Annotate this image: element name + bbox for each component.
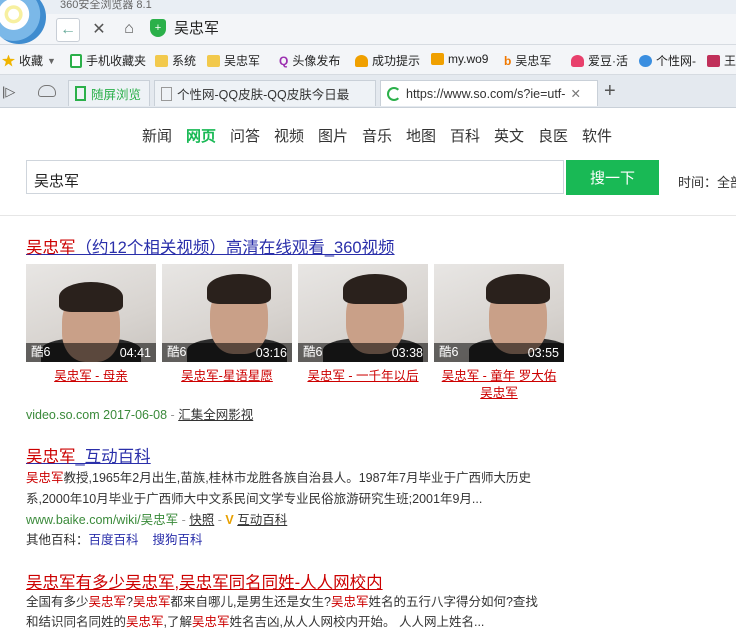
bookmark-item[interactable]: 吴忠军 xyxy=(207,52,260,69)
bookmark-item[interactable]: Q 头像发布 xyxy=(279,52,340,69)
snapshot-link[interactable]: 快照 xyxy=(189,513,214,527)
result-snippet: 和结识同名同姓的吴忠军,了解吴忠军姓名吉凶,从人人网校内开始。 人人网上姓名..… xyxy=(26,615,485,629)
tab-qq-skin[interactable]: 个性网-QQ皮肤-QQ皮肤今日最 xyxy=(154,80,376,106)
loading-icon xyxy=(387,86,401,101)
star-icon xyxy=(2,54,15,67)
divider xyxy=(0,215,736,216)
search-input[interactable]: 吴忠军 xyxy=(34,170,79,191)
site-icon xyxy=(707,54,720,67)
nav-images[interactable]: 图片 xyxy=(318,125,348,146)
window-title: 360安全浏览器 8.1 xyxy=(60,0,152,11)
other-baike-row: 其他百科：百度百科 搜狗百科 xyxy=(26,533,203,547)
video-caption[interactable]: 吴忠军 - 童年 罗大佑 吴忠军 xyxy=(434,368,564,402)
nav-baike[interactable]: 百科 xyxy=(450,125,480,146)
bookmark-item[interactable]: 手机收藏夹 xyxy=(70,52,146,69)
nav-doctor[interactable]: 良医 xyxy=(538,125,568,146)
home-button[interactable]: ⌂ xyxy=(118,18,140,40)
tab-screen-browse[interactable]: 随屏浏览 xyxy=(68,80,150,106)
sogou-baike-link[interactable]: 搜狗百科 xyxy=(152,533,202,547)
window-titlebar: 360安全浏览器 8.1 xyxy=(0,0,736,14)
bookmark-item[interactable]: my.wo9 xyxy=(431,52,488,66)
q-icon: Q xyxy=(279,53,289,68)
phone-icon xyxy=(70,53,82,68)
tab-close-icon[interactable]: ✕ xyxy=(570,86,580,101)
security-shield-icon: + xyxy=(150,19,166,37)
bookmark-item[interactable]: 王 xyxy=(707,52,736,69)
address-bar[interactable]: 吴忠军 xyxy=(174,17,219,38)
result-meta: video.so.com 2017-06-08 - 汇集全网影视 xyxy=(26,408,254,422)
bookmark-item[interactable]: 成功提示 xyxy=(355,52,420,69)
baike-source-icon: V xyxy=(225,513,234,527)
time-filter[interactable]: 时间：全部 xyxy=(678,172,736,191)
address-row xyxy=(0,14,736,45)
nav-map[interactable]: 地图 xyxy=(406,125,436,146)
query-highlight: 吴忠军 xyxy=(192,615,230,629)
nav-news[interactable]: 新闻 xyxy=(142,125,172,146)
nav-music[interactable]: 音乐 xyxy=(362,125,392,146)
query-highlight: 吴忠军 xyxy=(132,595,171,609)
video-thumbnail[interactable]: 酷6 03:55 xyxy=(434,264,564,362)
result-snippet: 系,2000年10月毕业于广西师大中文系民间文学专业民俗旅游研究生班;2001年… xyxy=(26,492,483,506)
video-caption[interactable]: 吴忠军 - 一千年以后 xyxy=(298,368,428,385)
cloud-icon[interactable] xyxy=(38,85,56,97)
tab-so-search[interactable]: https://www.so.com/s?ie=utf- ✕ xyxy=(380,80,598,106)
query-highlight: 吴忠军 xyxy=(126,615,164,629)
search-button[interactable]: 搜一下 xyxy=(566,160,659,195)
result-title-renren[interactable]: 吴忠军有多少吴忠军,吴忠军同名同姓-人人网校内 xyxy=(26,569,383,593)
video-thumbnail[interactable]: 酷6 03:38 xyxy=(298,264,428,362)
source-link[interactable]: 互动百科 xyxy=(237,513,287,527)
nav-video[interactable]: 视频 xyxy=(274,125,304,146)
video-caption[interactable]: 吴忠军-星语星愿 xyxy=(162,368,292,385)
result-title-baike[interactable]: 吴忠军_互动百科 xyxy=(26,443,151,467)
search-box[interactable] xyxy=(26,160,564,194)
bookmark-item[interactable]: 收藏 ▼ xyxy=(2,52,56,69)
query-highlight: 吴忠军 xyxy=(330,595,369,609)
nav-qa[interactable]: 问答 xyxy=(230,125,260,146)
globe-icon xyxy=(639,54,652,67)
new-tab-button[interactable]: + xyxy=(604,80,616,103)
page-icon xyxy=(161,86,172,101)
folder-icon xyxy=(207,54,220,67)
video-thumbnail[interactable]: 酷6 04:41 xyxy=(26,264,156,362)
result-title-videos[interactable]: 吴忠军（约12个相关视频）高清在线观看_360视频 xyxy=(26,234,395,258)
bookmark-item[interactable]: b 吴忠军 xyxy=(504,52,551,69)
query-highlight: 吴忠军 xyxy=(88,595,127,609)
b-icon: b xyxy=(504,53,512,68)
stop-button[interactable]: ✕ xyxy=(88,18,110,40)
result-snippet: 全国有多少吴忠军?吴忠军都来自哪儿,是男生还是女生?吴忠军姓名的五行八字得分如何… xyxy=(26,595,538,609)
phone-icon xyxy=(75,86,86,101)
result-snippet: 吴忠军教授,1965年2月出生,苗族,桂林市龙胜各族自治县人。1987年7月毕业… xyxy=(26,471,531,485)
video-thumbnail[interactable]: 酷6 03:16 xyxy=(162,264,292,362)
back-button[interactable]: ← xyxy=(56,18,80,42)
video-caption[interactable]: 吴忠军 - 母亲 xyxy=(26,368,156,385)
folder-icon xyxy=(155,54,168,67)
baidu-baike-link[interactable]: 百度百科 xyxy=(89,533,139,547)
nav-english[interactable]: 英文 xyxy=(494,125,524,146)
heart-icon xyxy=(571,54,584,67)
home-site-icon xyxy=(431,53,444,65)
all-video-link[interactable]: 汇集全网影视 xyxy=(178,408,253,422)
bookmark-item[interactable]: 爱豆·活 xyxy=(571,52,628,69)
bell-icon xyxy=(355,54,368,67)
result-url-row: www.baike.com/wiki/吴忠军 - 快照 - V 互动百科 xyxy=(26,513,288,527)
bookmark-item[interactable]: 系统 xyxy=(155,52,196,69)
sidebar-toggle-icon[interactable]: |▷ xyxy=(2,84,15,100)
bookmark-item[interactable]: 个性网- xyxy=(639,52,696,69)
nav-web[interactable]: 网页 xyxy=(186,125,216,146)
nav-software[interactable]: 软件 xyxy=(582,125,612,146)
